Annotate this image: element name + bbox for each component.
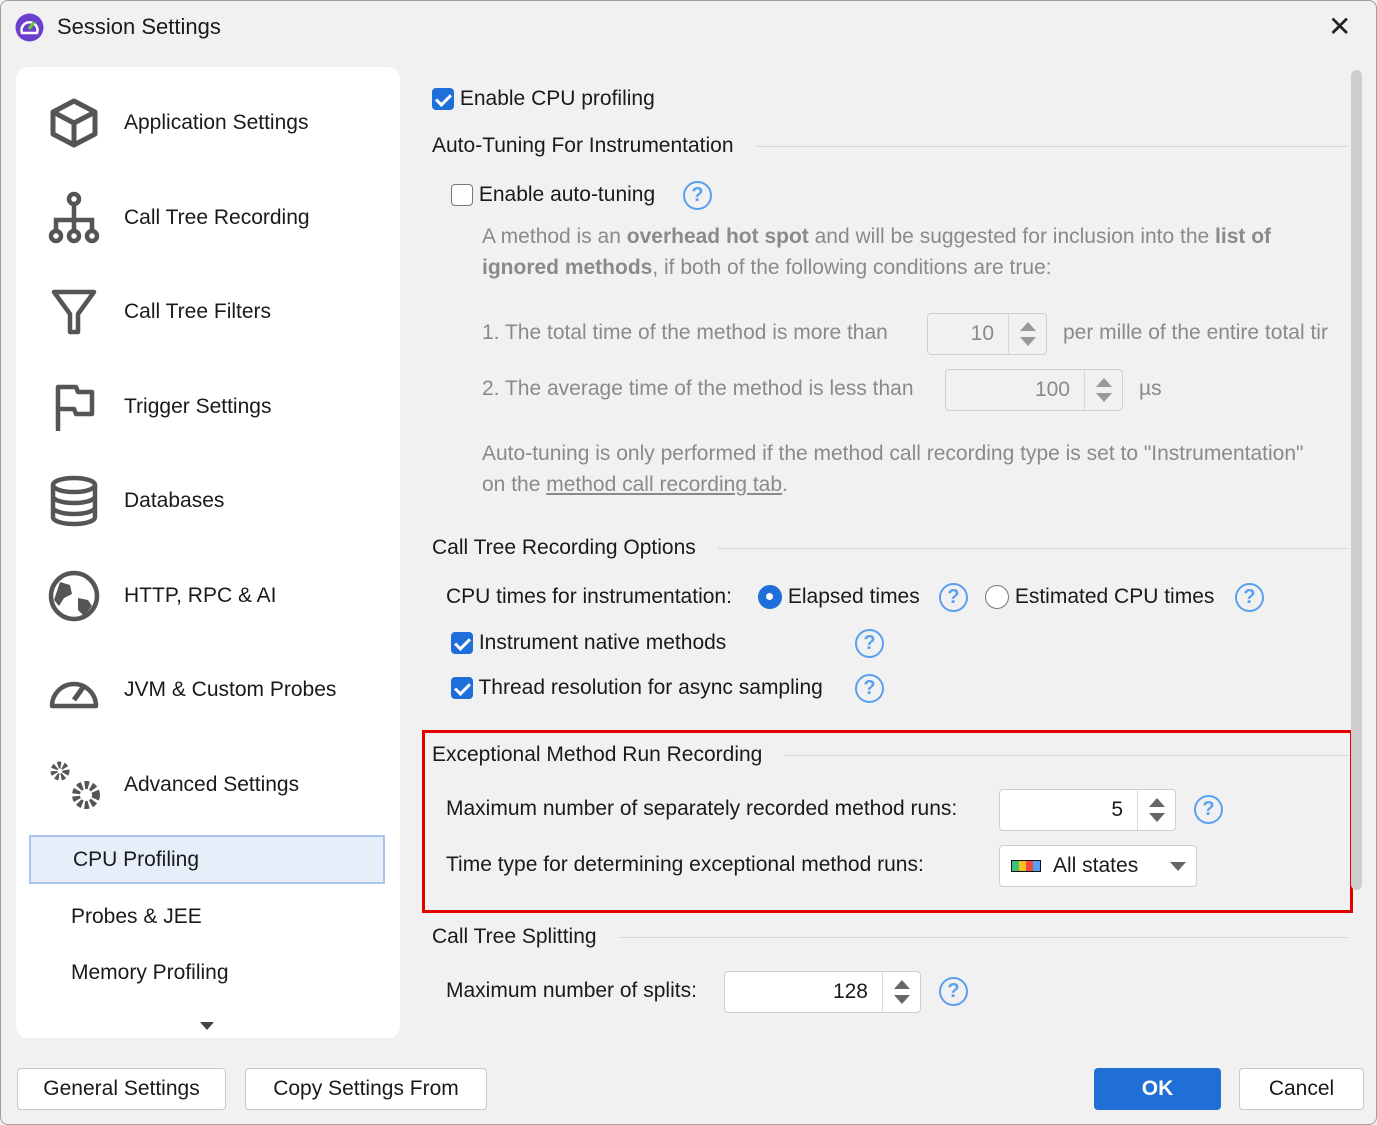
nav-advanced-settings[interactable]: Advanced Settings <box>46 755 386 815</box>
cpu-times-label: CPU times for instrumentation: <box>446 585 732 608</box>
cube-icon <box>50 98 98 148</box>
help-icon[interactable]: ? <box>1194 795 1223 824</box>
max-splits-label: Maximum number of splits: <box>446 979 697 1002</box>
gears-icon <box>50 761 100 809</box>
general-settings-button[interactable]: General Settings <box>17 1068 226 1110</box>
condition1-spinner[interactable]: 10 <box>927 313 1047 355</box>
condition1-unit: per mille of the entire total tir <box>1063 321 1328 344</box>
radio-icon <box>985 585 1009 610</box>
method-call-recording-link[interactable]: method call recording tab <box>546 473 782 496</box>
nav-trigger-settings[interactable]: Trigger Settings <box>46 377 386 437</box>
subnav-memory-profiling[interactable]: Memory Profiling <box>29 948 385 997</box>
thread-resolution-checkbox[interactable]: Thread resolution for async sampling <box>451 676 823 700</box>
dropdown-value: All states <box>1053 854 1139 877</box>
exceptional-section-header: Exceptional Method Run Recording <box>432 743 1348 767</box>
copy-settings-from-button[interactable]: Copy Settings From <box>245 1068 487 1110</box>
time-type-label: Time type for determining exceptional me… <box>446 853 924 876</box>
autotune-description-line1: A method is an overhead hot spot and wil… <box>482 225 1272 248</box>
elapsed-times-radio[interactable]: Elapsed times <box>758 585 920 610</box>
checkbox-icon <box>451 184 473 207</box>
help-icon[interactable]: ? <box>1235 583 1264 612</box>
filter-icon <box>51 289 97 335</box>
nav-application-settings[interactable]: Application Settings <box>46 93 386 153</box>
database-icon <box>50 475 98 527</box>
nav-label: Call Tree Filters <box>124 300 272 323</box>
ok-button[interactable]: OK <box>1094 1068 1221 1110</box>
help-icon[interactable]: ? <box>855 629 884 658</box>
condition2-label: 2. The average time of the method is les… <box>482 377 914 400</box>
nav-http-rpc-ai[interactable]: HTTP, RPC & AI <box>46 566 386 626</box>
checkbox-icon <box>451 677 473 700</box>
window-title: Session Settings <box>57 14 221 39</box>
time-type-dropdown[interactable]: All states <box>999 845 1197 887</box>
help-icon[interactable]: ? <box>855 674 884 703</box>
nav-label: Call Tree Recording <box>124 206 310 229</box>
nav-jvm-custom-probes[interactable]: JVM & Custom Probes <box>46 660 386 720</box>
autotune-section-header: Auto-Tuning For Instrumentation <box>432 134 1348 158</box>
autotune-description-line2: ignored methods, if both of the followin… <box>482 256 1052 279</box>
section-title: Call Tree Recording Options <box>432 536 696 559</box>
section-title: Auto-Tuning For Instrumentation <box>432 134 734 157</box>
hierarchy-icon <box>48 191 100 244</box>
nav-label: Databases <box>124 489 225 512</box>
nav-label: HTTP, RPC & AI <box>124 584 277 607</box>
radio-label: Elapsed times <box>787 585 920 608</box>
globe-icon <box>48 570 100 622</box>
enable-cpu-profiling-checkbox[interactable]: Enable CPU profiling <box>432 87 655 111</box>
app-logo-icon <box>15 13 44 42</box>
condition1-label: 1. The total time of the method is more … <box>482 321 888 344</box>
nav-label: Advanced Settings <box>124 773 300 796</box>
gauge-icon <box>49 681 99 709</box>
help-icon[interactable]: ? <box>683 181 712 210</box>
enable-autotuning-checkbox[interactable]: Enable auto-tuning <box>451 183 655 207</box>
scroll-down-arrow-icon[interactable] <box>200 1022 214 1030</box>
help-icon[interactable]: ? <box>939 583 968 612</box>
nav-call-tree-filters[interactable]: Call Tree Filters <box>46 282 386 342</box>
checkbox-icon <box>451 632 473 655</box>
checkbox-label: Thread resolution for async sampling <box>478 676 823 699</box>
radio-icon <box>758 585 782 610</box>
scrollbar[interactable] <box>1351 70 1362 890</box>
sidebar: Application Settings Call Tree Recording… <box>16 67 400 1038</box>
subnav-cpu-profiling[interactable]: CPU Profiling <box>29 835 385 884</box>
checkbox-label: Instrument native methods <box>478 631 727 654</box>
nav-databases[interactable]: Databases <box>46 471 386 531</box>
section-title: Exceptional Method Run Recording <box>432 743 763 766</box>
help-icon[interactable]: ? <box>939 977 968 1006</box>
nav-label: Application Settings <box>124 111 309 134</box>
condition2-unit: µs <box>1139 377 1162 400</box>
cancel-button[interactable]: Cancel <box>1239 1068 1364 1110</box>
checkbox-label: Enable CPU profiling <box>459 87 655 110</box>
chevron-down-icon <box>1170 862 1186 871</box>
recording-section-header: Call Tree Recording Options <box>432 536 1348 560</box>
close-button[interactable]: ✕ <box>1328 10 1351 43</box>
estimated-cpu-times-radio[interactable]: Estimated CPU times <box>985 585 1215 610</box>
checkbox-label: Enable auto-tuning <box>478 183 656 206</box>
checkbox-icon <box>432 88 454 111</box>
max-runs-spinner[interactable]: 5 <box>999 789 1176 831</box>
nav-label: Trigger Settings <box>124 395 272 418</box>
nav-call-tree-recording[interactable]: Call Tree Recording <box>46 188 386 248</box>
condition2-spinner[interactable]: 100 <box>945 369 1123 411</box>
splitting-section-header: Call Tree Splitting <box>432 925 1348 949</box>
nav-label: JVM & Custom Probes <box>124 678 337 701</box>
autotune-note: Auto-tuning is only performed if the met… <box>482 442 1304 465</box>
flag-icon <box>55 384 95 431</box>
autotune-note-line2: on the method call recording tab. <box>482 473 788 496</box>
max-splits-spinner[interactable]: 128 <box>724 971 921 1013</box>
subnav-probes-jee[interactable]: Probes & JEE <box>29 892 385 941</box>
section-title: Call Tree Splitting <box>432 925 597 948</box>
all-states-color-icon <box>1011 860 1041 872</box>
radio-label: Estimated CPU times <box>1014 585 1215 608</box>
instrument-native-checkbox[interactable]: Instrument native methods <box>451 631 726 655</box>
max-runs-label: Maximum number of separately recorded me… <box>446 797 958 820</box>
